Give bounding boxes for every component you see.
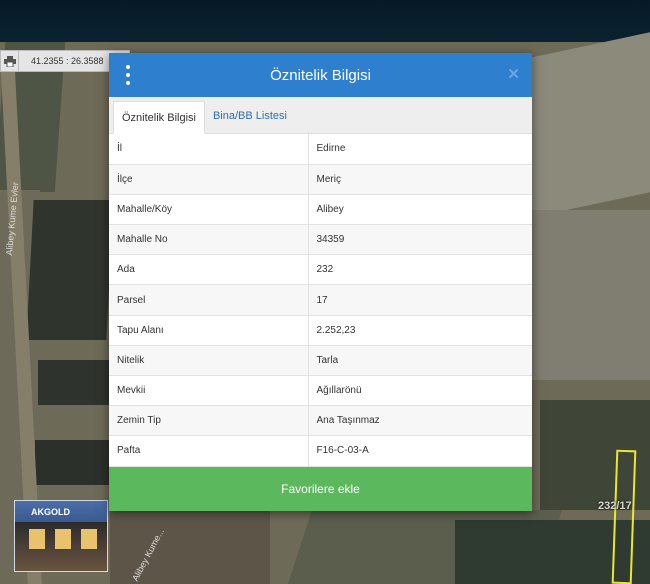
table-row: Ada 232 bbox=[109, 254, 532, 286]
attribute-key: Pafta bbox=[109, 435, 309, 467]
attribute-key: Nitelik bbox=[109, 345, 309, 377]
map-field bbox=[530, 32, 650, 218]
attribute-key: Tapu Alanı bbox=[109, 315, 309, 346]
parcel-label: 232/17 bbox=[598, 500, 632, 512]
table-row: İlçe Meriç bbox=[109, 164, 532, 195]
attribute-key: Mevkii bbox=[109, 375, 309, 407]
table-row: Mevkii Ağıllarönü bbox=[109, 375, 532, 407]
attribute-value: 232 bbox=[308, 254, 532, 286]
map-field bbox=[530, 210, 650, 380]
printer-icon[interactable] bbox=[1, 51, 19, 71]
table-row: Tapu Alanı 2.252,23 bbox=[109, 315, 532, 346]
coordinate-readout: 41.2355 : 26.3588 bbox=[31, 56, 104, 66]
map-field bbox=[26, 200, 114, 340]
attribute-table: İl Edirne İlçe Meriç Mahalle/Köy Alibey Mahall… bbox=[109, 134, 532, 467]
attribute-key: Parsel bbox=[109, 284, 309, 316]
table-row: Nitelik Tarla bbox=[109, 345, 532, 377]
attribute-key: Mahalle/Köy bbox=[109, 194, 309, 226]
close-icon[interactable]: ✕ bbox=[507, 65, 520, 83]
tab-building-list[interactable]: Bina/BB Listesi bbox=[205, 100, 295, 133]
attribute-value: 34359 bbox=[308, 224, 532, 256]
table-row: İl Edirne bbox=[109, 134, 532, 165]
thumbnail-window bbox=[55, 529, 71, 549]
attribute-key: Zemin Tip bbox=[109, 405, 309, 437]
attribute-value: Meriç bbox=[308, 164, 532, 195]
table-row: Mahalle No 34359 bbox=[109, 224, 532, 256]
location-thumbnail[interactable]: AKGOLD bbox=[14, 500, 108, 572]
attribute-value: Tarla bbox=[308, 345, 532, 377]
map-field bbox=[35, 440, 110, 485]
table-row: Zemin Tip Ana Taşınmaz bbox=[109, 405, 532, 437]
table-row: Pafta F16-C-03-A bbox=[109, 435, 532, 467]
attribute-key: Ada bbox=[109, 254, 309, 286]
attribute-value: 2.252,23 bbox=[308, 315, 532, 346]
table-row: Mahalle/Köy Alibey bbox=[109, 194, 532, 226]
attribute-value: F16-C-03-A bbox=[308, 435, 532, 467]
tab-bar: Öznitelik Bilgisi Bina/BB Listesi bbox=[109, 97, 532, 134]
attribute-value: Ana Taşınmaz bbox=[308, 405, 532, 437]
attribute-key: Mahalle No bbox=[109, 224, 309, 256]
dialog-header: Öznitelik Bilgisi ✕ bbox=[109, 53, 532, 97]
tab-attribute-info[interactable]: Öznitelik Bilgisi bbox=[113, 101, 205, 134]
attribute-value: Edirne bbox=[308, 134, 532, 165]
kebab-menu-icon[interactable] bbox=[123, 65, 133, 85]
add-favorite-button[interactable]: Favorilere ekle bbox=[109, 467, 532, 511]
thumbnail-logo: AKGOLD bbox=[31, 507, 70, 517]
thumbnail-window bbox=[29, 529, 45, 549]
attribute-value: Alibey bbox=[308, 194, 532, 226]
map-field bbox=[38, 360, 113, 405]
attribute-key: İlçe bbox=[109, 164, 309, 195]
attribute-dialog: Öznitelik Bilgisi ✕ Öznitelik Bilgisi Bi… bbox=[109, 53, 532, 511]
dialog-title: Öznitelik Bilgisi bbox=[270, 66, 371, 84]
attribute-key: İl bbox=[109, 134, 309, 165]
attribute-value: Ağıllarönü bbox=[308, 375, 532, 407]
table-row: Parsel 17 bbox=[109, 284, 532, 316]
attribute-value: 17 bbox=[308, 284, 532, 316]
thumbnail-window bbox=[81, 529, 97, 549]
